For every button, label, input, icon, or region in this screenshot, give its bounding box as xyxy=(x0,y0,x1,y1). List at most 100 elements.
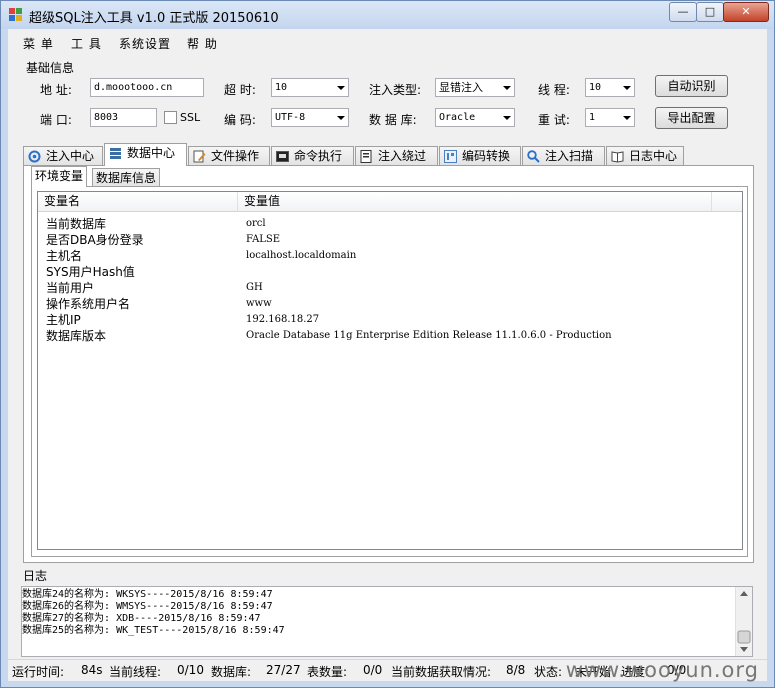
close-button[interactable]: ✕ xyxy=(723,2,769,22)
table-row[interactable]: 当前数据库 orcl xyxy=(38,216,738,232)
tab-label: 日志中心 xyxy=(629,149,678,163)
minimize-button[interactable]: — xyxy=(669,2,697,22)
ssl-checkbox[interactable] xyxy=(164,111,177,124)
table-row[interactable]: 当前用户 GH xyxy=(38,280,738,296)
timeout-select[interactable]: 10 xyxy=(271,78,349,97)
timeout-label: 超 时: xyxy=(224,83,256,97)
env-vars-panel: 变量名 变量值 当前数据库 orcl 是否DBA身份登录 FALSE 主机名 loca… xyxy=(31,186,748,557)
tab-file-ops[interactable]: 文件操作 xyxy=(188,146,270,165)
tab-label: 注入中心 xyxy=(46,149,95,163)
tab-data-center[interactable]: 数据中心 xyxy=(104,143,187,166)
tab-inject-center[interactable]: 注入中心 xyxy=(23,146,103,165)
chevron-down-icon xyxy=(623,86,631,90)
book-icon xyxy=(611,151,624,163)
runtime-value: 84s xyxy=(81,663,103,677)
log-title: 日志 xyxy=(23,569,48,583)
var-value: 192.168.18.27 xyxy=(246,314,320,325)
log-scrollbar[interactable] xyxy=(735,587,752,656)
chevron-down-icon xyxy=(337,86,345,90)
window-title: 超级SQL注入工具 v1.0 正式版 20150610 xyxy=(29,11,279,26)
log-line: 数据库27的名称为: XDB----2015/8/16 8:59:47 xyxy=(22,613,261,624)
port-label: 端 口: xyxy=(40,113,72,127)
port-input[interactable]: 8003 xyxy=(90,108,157,127)
export-config-button[interactable]: 导出配置 xyxy=(655,107,728,129)
data-center-panel: 环境变量 数据库信息 变量名 变量值 当前数据库 orcl 是否DBA身份登录 FA… xyxy=(23,165,754,563)
table-row[interactable]: 主机名 localhost.localdomain xyxy=(38,248,738,264)
var-name: SYS用户Hash值 xyxy=(46,265,135,279)
encoding-label: 编 码: xyxy=(224,113,256,127)
var-value: FALSE xyxy=(246,234,281,245)
chevron-down-icon xyxy=(503,86,511,90)
tab-label: 数据中心 xyxy=(127,146,176,160)
code-icon xyxy=(444,150,457,163)
database-label: 数 据 库: xyxy=(369,113,417,127)
address-input[interactable]: d.moootooo.cn xyxy=(90,78,204,97)
table-row[interactable]: 操作系统用户名 www xyxy=(38,296,738,312)
db-count-label: 数据库: xyxy=(211,665,252,679)
client-area: 菜 单 工 具 系统设置 帮 助 基础信息 地 址: d.moootooo.cn… xyxy=(8,29,767,682)
chevron-down-icon xyxy=(337,116,345,120)
var-name: 当前数据库 xyxy=(46,217,107,231)
table-row[interactable]: SYS用户Hash值 xyxy=(38,264,738,280)
scrollbar-arrows-icon xyxy=(737,591,751,652)
encoding-select[interactable]: UTF-8 xyxy=(271,108,349,127)
tab-inject-scan[interactable]: 注入扫描 xyxy=(522,146,605,165)
ssl-label: SSL xyxy=(180,111,201,124)
title-bar[interactable]: 超级SQL注入工具 v1.0 正式版 20150610 — □ ✕ xyxy=(1,1,774,29)
chevron-down-icon xyxy=(503,116,511,120)
tab-label: 注入绕过 xyxy=(378,149,427,163)
table-count-label: 表数量: xyxy=(307,665,348,679)
app-icon xyxy=(9,8,23,22)
address-label: 地 址: xyxy=(40,83,72,97)
database-select[interactable]: Oracle xyxy=(435,108,515,127)
log-panel: 数据库24的名称为: WKSYS----2015/8/16 8:59:47 数据… xyxy=(8,586,767,657)
menu-main[interactable]: 菜 单 xyxy=(23,35,54,52)
var-value: localhost.localdomain xyxy=(246,250,357,261)
var-name: 主机名 xyxy=(46,249,83,263)
basic-info-title: 基础信息 xyxy=(26,61,75,75)
column-header-name[interactable]: 变量名 xyxy=(38,192,238,211)
tab-label: 命令执行 xyxy=(294,149,343,163)
var-name: 当前用户 xyxy=(46,281,95,295)
tab-command-exec[interactable]: 命令执行 xyxy=(271,146,354,165)
column-header-value[interactable]: 变量值 xyxy=(238,192,712,211)
var-name: 数据库版本 xyxy=(46,329,107,343)
state-label: 状态: xyxy=(534,665,563,679)
menu-settings[interactable]: 系统设置 xyxy=(119,35,171,52)
log-textbox[interactable]: 数据库24的名称为: WKSYS----2015/8/16 8:59:47 数据… xyxy=(21,586,753,657)
threads-select[interactable]: 10 xyxy=(585,78,635,97)
subtab-env-vars[interactable]: 环境变量 xyxy=(31,166,88,187)
inject-type-select[interactable]: 显错注入 xyxy=(435,78,515,97)
chevron-down-icon xyxy=(623,116,631,120)
subtab-db-info[interactable]: 数据库信息 xyxy=(92,168,161,187)
inject-type-label: 注入类型: xyxy=(369,83,422,97)
var-value: orcl xyxy=(246,218,266,229)
table-row[interactable]: 数据库版本 Oracle Database 11g Enterprise Edit… xyxy=(38,328,738,344)
table-row[interactable]: 主机IP 192.168.18.27 xyxy=(38,312,738,328)
env-vars-list[interactable]: 变量名 变量值 当前数据库 orcl 是否DBA身份登录 FALSE 主机名 loca… xyxy=(37,191,743,550)
db-count-value: 27/27 xyxy=(266,663,301,677)
menu-tools[interactable]: 工 具 xyxy=(71,35,102,52)
var-value: GH xyxy=(246,282,263,293)
auto-detect-button[interactable]: 自动识别 xyxy=(655,75,728,97)
tab-inject-bypass[interactable]: 注入绕过 xyxy=(355,146,438,165)
threads-status-label: 当前线程: xyxy=(109,665,162,679)
threads-status-value: 0/10 xyxy=(177,663,204,677)
table-row[interactable]: 是否DBA身份登录 FALSE xyxy=(38,232,738,248)
menu-help[interactable]: 帮 助 xyxy=(187,35,218,52)
inject-type-value: 显错注入 xyxy=(439,81,483,94)
runtime-label: 运行时间: xyxy=(12,665,65,679)
timeout-value: 10 xyxy=(275,82,288,93)
terminal-icon xyxy=(276,151,289,162)
tab-log-center[interactable]: 日志中心 xyxy=(606,146,684,165)
log-line: 数据库24的名称为: WKSYS----2015/8/16 8:59:47 xyxy=(22,589,273,600)
var-name: 操作系统用户名 xyxy=(46,297,131,311)
database-value: Oracle xyxy=(439,112,476,123)
retry-select[interactable]: 1 xyxy=(585,108,635,127)
threads-value: 10 xyxy=(589,82,602,93)
fetch-status-label: 当前数据获取情况: xyxy=(391,665,492,679)
var-name: 主机IP xyxy=(46,313,81,327)
tab-encoding-convert[interactable]: 编码转换 xyxy=(439,146,521,165)
maximize-button[interactable]: □ xyxy=(696,2,724,22)
threads-label: 线 程: xyxy=(538,83,570,97)
